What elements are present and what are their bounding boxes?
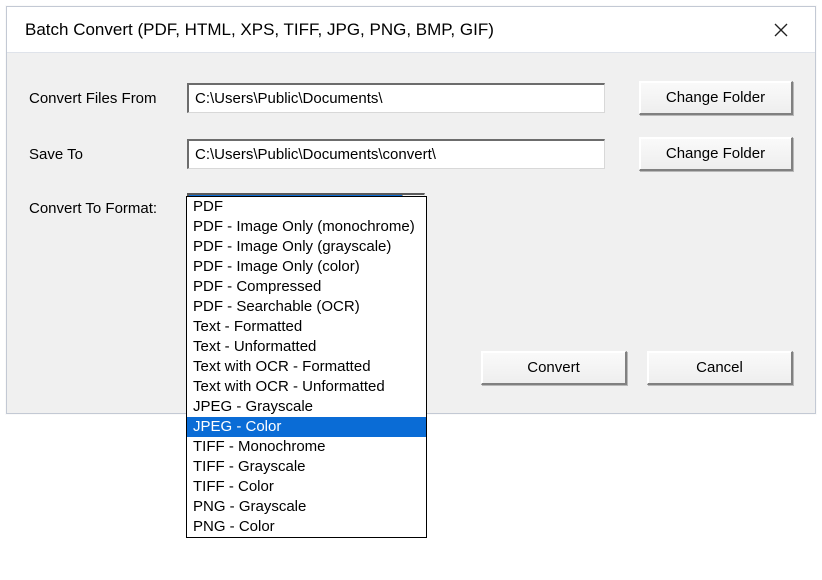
- format-dropdown-list[interactable]: PDFPDF - Image Only (monochrome)PDF - Im…: [186, 196, 427, 538]
- format-option[interactable]: Text with OCR - Unformatted: [187, 377, 426, 397]
- input-convert-from[interactable]: [187, 83, 605, 113]
- format-option[interactable]: PDF - Image Only (monochrome): [187, 217, 426, 237]
- format-option[interactable]: PDF - Compressed: [187, 277, 426, 297]
- titlebar: Batch Convert (PDF, HTML, XPS, TIFF, JPG…: [7, 7, 815, 53]
- format-option[interactable]: JPEG - Color: [187, 417, 426, 437]
- close-button[interactable]: [761, 10, 801, 50]
- label-convert-from: Convert Files From: [29, 90, 187, 107]
- format-option[interactable]: Text - Unformatted: [187, 337, 426, 357]
- format-option[interactable]: TIFF - Monochrome: [187, 437, 426, 457]
- format-option[interactable]: PDF - Image Only (color): [187, 257, 426, 277]
- cancel-button[interactable]: Cancel: [647, 351, 793, 385]
- format-option[interactable]: PDF - Image Only (grayscale): [187, 237, 426, 257]
- label-format: Convert To Format:: [29, 200, 187, 217]
- format-option[interactable]: TIFF - Color: [187, 477, 426, 497]
- change-folder-from-button[interactable]: Change Folder: [639, 81, 793, 115]
- row-convert-from: Convert Files From Change Folder: [29, 81, 793, 115]
- format-option[interactable]: PNG - Color: [187, 517, 426, 537]
- close-icon: [773, 22, 789, 38]
- format-option[interactable]: PDF: [187, 197, 426, 217]
- convert-button[interactable]: Convert: [481, 351, 627, 385]
- format-option[interactable]: Text - Formatted: [187, 317, 426, 337]
- format-option[interactable]: PNG - Grayscale: [187, 497, 426, 517]
- dialog-title: Batch Convert (PDF, HTML, XPS, TIFF, JPG…: [25, 20, 761, 40]
- row-save-to: Save To Change Folder: [29, 137, 793, 171]
- format-option[interactable]: JPEG - Grayscale: [187, 397, 426, 417]
- format-option[interactable]: Text with OCR - Formatted: [187, 357, 426, 377]
- change-folder-saveto-button[interactable]: Change Folder: [639, 137, 793, 171]
- input-save-to[interactable]: [187, 139, 605, 169]
- label-save-to: Save To: [29, 146, 187, 163]
- format-option[interactable]: TIFF - Grayscale: [187, 457, 426, 477]
- action-buttons: Convert Cancel: [481, 351, 793, 385]
- format-option[interactable]: PDF - Searchable (OCR): [187, 297, 426, 317]
